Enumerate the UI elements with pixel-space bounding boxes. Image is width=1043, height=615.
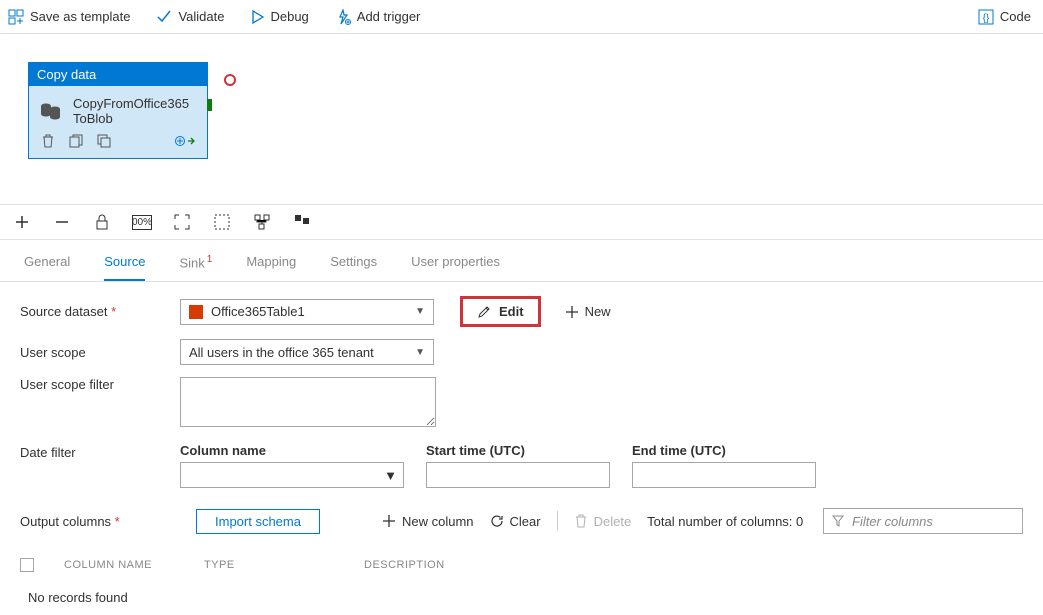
add-trigger-label: Add trigger	[357, 9, 421, 24]
zoom-out-icon[interactable]	[52, 214, 72, 230]
check-icon	[156, 9, 172, 25]
col-header-desc: DESCRIPTION	[364, 559, 445, 571]
debug-label: Debug	[270, 9, 308, 24]
code-icon: {}	[978, 9, 994, 25]
clone-icon[interactable]	[69, 134, 83, 148]
add-output-icon[interactable]	[175, 134, 195, 148]
code-button[interactable]: {} Code	[978, 9, 1031, 25]
date-filter-label: Date filter	[20, 443, 180, 460]
copy-icon[interactable]	[97, 134, 111, 148]
chevron-down-icon: ▼	[415, 306, 425, 317]
activity-header: Copy data	[29, 63, 207, 86]
plus-icon	[382, 514, 396, 528]
clear-button[interactable]: Clear	[490, 514, 541, 529]
autolayout-icon[interactable]	[252, 214, 272, 230]
total-columns-text: Total number of columns: 0	[647, 514, 803, 529]
import-schema-button[interactable]: Import schema	[196, 509, 320, 534]
activity-name: CopyFromOffice365ToBlob	[73, 96, 197, 126]
output-handle[interactable]	[207, 99, 212, 111]
user-scope-label: User scope	[20, 345, 180, 360]
tab-general[interactable]: General	[24, 248, 70, 281]
edit-label: Edit	[499, 304, 524, 319]
edit-button[interactable]: Edit	[460, 296, 541, 327]
col-header-name: COLUMN NAME	[64, 559, 174, 571]
lock-icon[interactable]	[92, 214, 112, 230]
user-scope-value: All users in the office 365 tenant	[189, 345, 374, 360]
tab-mapping[interactable]: Mapping	[246, 248, 296, 281]
debug-button[interactable]: Debug	[250, 9, 308, 24]
output-columns-label: Output columns	[20, 514, 180, 529]
tab-settings[interactable]: Settings	[330, 248, 377, 281]
copy-data-activity[interactable]: Copy data CopyFromOffice365ToBlob	[28, 62, 208, 159]
delete-icon[interactable]	[41, 134, 55, 148]
copy-data-icon	[39, 101, 63, 121]
col-header-type: TYPE	[204, 559, 334, 571]
end-time-header: End time (UTC)	[632, 443, 816, 458]
source-form: Source dataset Office365Table1 ▼ Edit Ne…	[0, 282, 1043, 548]
validation-error-dot-icon	[224, 74, 236, 86]
plus-icon	[565, 305, 579, 319]
top-toolbar: Save as template Validate Debug Add trig…	[0, 0, 1043, 34]
zoom-reset-icon[interactable]: 00%	[132, 215, 152, 230]
tab-user-properties[interactable]: User properties	[411, 248, 500, 281]
trigger-icon	[335, 9, 351, 25]
separator	[557, 511, 558, 531]
select-all-checkbox[interactable]	[20, 558, 34, 572]
output-columns-table-header: COLUMN NAME TYPE DESCRIPTION	[0, 548, 1043, 580]
fit-to-screen-icon[interactable]	[172, 214, 192, 230]
new-column-button[interactable]: New column	[382, 514, 474, 529]
new-label: New	[585, 304, 611, 319]
validate-button[interactable]: Validate	[156, 9, 224, 25]
office365-icon	[189, 305, 203, 319]
tab-sink[interactable]: Sink1	[179, 248, 212, 281]
code-label: Code	[1000, 9, 1031, 24]
filter-columns-input[interactable]: Filter columns	[823, 508, 1023, 534]
date-column-dropdown[interactable]: ▼	[180, 462, 404, 488]
user-scope-filter-label: User scope filter	[20, 377, 180, 392]
column-name-header: Column name	[180, 443, 404, 458]
minimap-icon[interactable]	[292, 214, 312, 230]
save-template-icon	[8, 9, 24, 25]
user-scope-dropdown[interactable]: All users in the office 365 tenant ▼	[180, 339, 434, 365]
new-dataset-button[interactable]: New	[565, 304, 611, 319]
validate-label: Validate	[178, 9, 224, 24]
start-time-input[interactable]	[426, 462, 610, 488]
delete-button: Delete	[574, 514, 632, 529]
source-dataset-value: Office365Table1	[211, 304, 305, 319]
start-time-header: Start time (UTC)	[426, 443, 610, 458]
chevron-down-icon: ▼	[415, 347, 425, 358]
add-trigger-button[interactable]: Add trigger	[335, 9, 421, 25]
save-template-label: Save as template	[30, 9, 130, 24]
play-icon	[250, 10, 264, 24]
source-dataset-label: Source dataset	[20, 304, 180, 319]
filter-placeholder: Filter columns	[852, 514, 933, 529]
no-records-text: No records found	[0, 580, 1043, 615]
canvas-toolbar: 00%	[0, 204, 1043, 240]
filter-icon	[832, 515, 844, 527]
zoom-in-icon[interactable]	[12, 214, 32, 230]
fullscreen-icon[interactable]	[212, 214, 232, 230]
chevron-down-icon: ▼	[384, 468, 397, 483]
tab-source[interactable]: Source	[104, 248, 145, 281]
trash-icon	[574, 514, 588, 528]
refresh-icon	[490, 514, 504, 528]
end-time-input[interactable]	[632, 462, 816, 488]
pencil-icon	[477, 305, 491, 319]
save-template-button[interactable]: Save as template	[8, 9, 130, 25]
pipeline-canvas[interactable]: Copy data CopyFromOffice365ToBlob	[0, 34, 1043, 204]
detail-tabs: General Source Sink1 Mapping Settings Us…	[0, 240, 1043, 282]
svg-text:{}: {}	[983, 13, 990, 24]
source-dataset-dropdown[interactable]: Office365Table1 ▼	[180, 299, 434, 325]
sink-error-count: 1	[207, 254, 213, 265]
user-scope-filter-input[interactable]	[180, 377, 436, 427]
